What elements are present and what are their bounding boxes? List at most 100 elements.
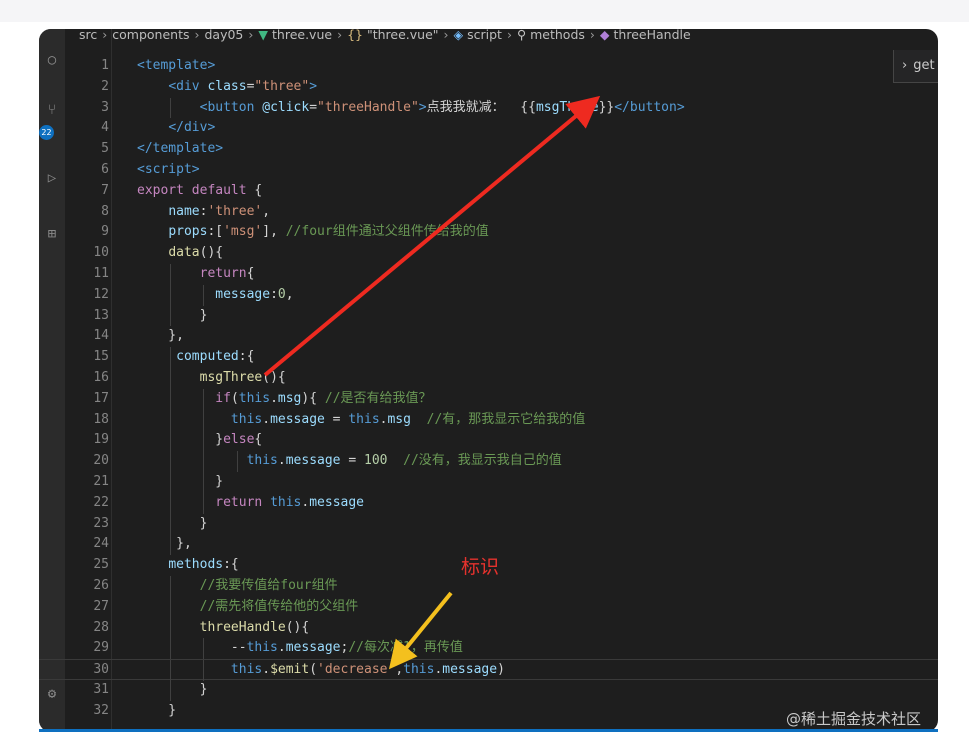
line-number: 11 [93,266,109,281]
chevron-right-icon: › [506,29,512,42]
status-bar [39,729,938,732]
code-text: <button @click="threeHandle">点我我就减： {{ms… [137,98,685,119]
code-token: :[ [207,224,224,240]
breadcrumb-item-methods[interactable]: methods [530,29,585,42]
code-line[interactable]: 29 --this.message;//每次减1，再传值 [39,638,938,660]
code-line[interactable]: 13 } [39,305,938,327]
breadcrumb-item-components[interactable]: components [112,29,189,42]
code-line[interactable]: 10 data(){ [39,243,938,264]
code-token: //four组件通过父组件传给我的值 [285,224,489,240]
breadcrumb-item-threehandle[interactable]: threeHandle [614,29,691,42]
code-line[interactable]: 5 </template> [39,139,938,160]
code-token: > [309,78,318,94]
code-text: --this.message;//每次减1，再传值 [137,638,463,659]
code-line[interactable]: 2 <div class="three"> [39,77,938,98]
code-line[interactable]: 31 } [39,680,938,701]
method-icon: ◆ [599,29,610,42]
code-line[interactable]: 14 }, [39,326,938,347]
line-number: 13 [93,307,109,323]
code-line[interactable]: 26 //我要传值给four组件 [39,576,938,597]
code-line[interactable]: 4 </div> [39,118,938,139]
code-token: msg [387,411,411,427]
line-number: 10 [93,245,109,261]
code-token: { [254,432,263,448]
code-text: //我要传值给four组件 [137,576,338,597]
breadcrumb-item-file[interactable]: three.vue [272,29,332,42]
code-line[interactable]: 7 export default { [39,181,938,202]
code-line[interactable]: 12 message:0, [39,284,938,306]
code-token: //需先将值传给他的父组件 [199,598,359,614]
code-line[interactable]: 18 this.message = this.msg //有，那我显示它给我的值 [39,409,938,431]
code-token: :{ [238,349,255,365]
code-token: , [285,286,294,302]
chevron-right-icon: › [248,29,254,42]
code-token: . [277,640,286,656]
line-number: 15 [93,349,109,365]
code-line[interactable]: 22 return this.message [39,492,938,514]
breadcrumb: src › components › day05 › ▼ three.vue › {} "thr… [79,29,691,45]
code-line[interactable]: 19 }else{ [39,430,938,452]
code-token: data [168,245,200,261]
code-token: { [246,182,263,198]
code-token: props [168,224,208,240]
code-token: </button> [614,99,685,115]
code-token: = [324,411,349,427]
code-line[interactable]: 6 <script> [39,160,938,181]
chevron-right-icon: › [194,29,200,42]
code-token: } [137,515,208,531]
code-token: ( [230,390,239,406]
code-line[interactable]: 27 //需先将值传给他的父组件 [39,596,938,618]
code-token: ){ [301,390,325,406]
code-token: -- [137,640,247,656]
code-text: } [137,472,223,493]
code-token: <div [168,78,208,94]
watermark: @稀土掘金技术社区 [786,710,922,728]
code-line[interactable]: 1 <template> [39,56,938,77]
code-token: "threeHandle" [317,99,419,115]
page-top-strip [0,0,969,22]
code-text: //需先将值传给他的父组件 [137,597,359,618]
breadcrumb-item-module[interactable]: "three.vue" [367,29,439,42]
code-line[interactable]: 3 <button @click="threeHandle">点我我就减： {{… [39,97,938,119]
code-line[interactable]: 20 this.message = 100 //没有，我显示我自己的值 [39,451,938,472]
code-token: message [285,640,341,656]
line-number: 31 [93,682,109,697]
code-line[interactable]: 8 name:'three', [39,202,938,223]
line-number: 25 [93,557,109,573]
code-token: return [215,494,263,510]
code-text: }else{ [137,430,262,451]
code-line[interactable]: 11 return{ [39,264,938,285]
code-token: message [270,411,325,427]
code-line[interactable]: 15 computed:{ [39,347,938,368]
code-line[interactable]: 21 } [39,472,938,493]
code-line[interactable]: 16 msgThree(){ [39,368,938,389]
code-line[interactable]: 17 if(this.msg){ //是否有给我值？ [39,388,938,410]
code-token: //每次减1，再传值 [348,640,463,656]
code-text: message:0, [137,285,294,306]
breadcrumb-item-src[interactable]: src [79,29,97,42]
breadcrumb-item-script[interactable]: script [467,29,502,42]
code-token: $emit [270,662,310,678]
breadcrumb-item-day05[interactable]: day05 [204,29,243,42]
code-line[interactable]: 9 props:['msg'], //four组件通过父组件传给我的值 [39,222,938,243]
code-token: this [403,662,435,678]
code-line[interactable]: 23 } [39,513,938,535]
code-token: this [348,411,380,427]
line-number: 30 [93,662,109,678]
code-line[interactable]: 28 threeHandle(){ [39,617,938,639]
code-line[interactable]: 30 this.$emit('decrease',this.message) [39,659,938,681]
code-text: } [137,701,176,722]
code-token: } [137,307,208,323]
code-token: this [230,411,263,427]
code-token: . [277,453,286,469]
code-token: = [309,99,318,115]
line-number: 12 [93,286,109,302]
code-token: (){ [199,245,224,261]
line-number: 23 [93,515,109,531]
